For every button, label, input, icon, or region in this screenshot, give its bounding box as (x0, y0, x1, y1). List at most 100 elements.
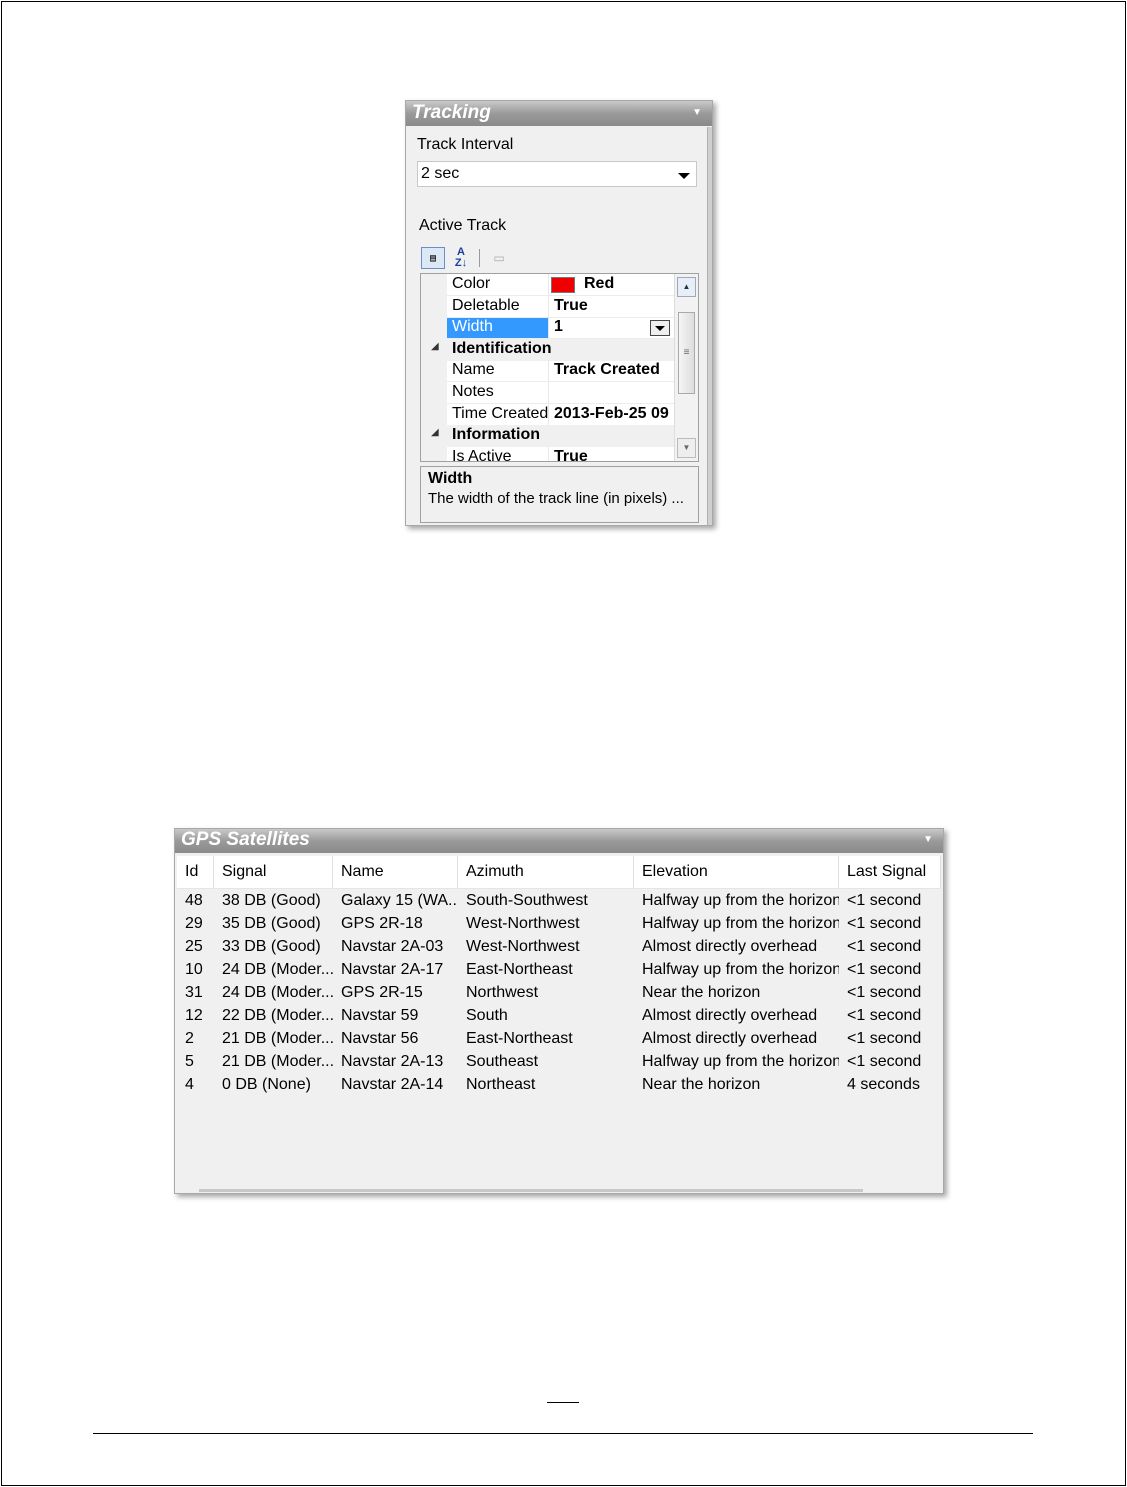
property-name: Width (447, 318, 549, 339)
property-row[interactable]: Notes (421, 382, 674, 404)
property-name: Color (452, 275, 491, 292)
table-cell: GPS 2R-18 (341, 915, 423, 932)
table-cell: <1 second (847, 961, 922, 978)
table-cell: Navstar 2A-13 (341, 1053, 444, 1070)
vertical-scrollbar[interactable]: ▲ ≡ ▼ (674, 274, 698, 461)
property-row[interactable]: Name Track Created (421, 360, 674, 383)
panel-menu-icon[interactable]: ▼ (692, 101, 702, 125)
table-cell: 29 (185, 915, 203, 932)
collapse-triangle-icon[interactable]: ◢ (431, 427, 439, 438)
table-row[interactable]: 31 24 DB (Moder... GPS 2R-15 Northwest Near … (177, 981, 941, 1004)
table-row[interactable]: 25 33 DB (Good) Navstar 2A-03 West-Northwes… (177, 935, 941, 958)
table-cell: <1 second (847, 938, 922, 955)
table-cell: Navstar 2A-17 (341, 961, 444, 978)
collapse-triangle-icon[interactable]: ◢ (431, 341, 439, 352)
table-cell: East-Northeast (466, 961, 573, 978)
table-cell: 33 DB (Good) (222, 938, 321, 955)
category-label: Identification (452, 339, 552, 357)
table-cell: 48 (185, 892, 203, 909)
column-header[interactable]: Last Signal (839, 856, 941, 888)
table-cell: <1 second (847, 1053, 922, 1070)
property-category[interactable]: ◢ Information (421, 425, 674, 448)
table-row[interactable]: 48 38 DB (Good) Galaxy 15 (WA... South-Sout… (177, 889, 941, 912)
gps-title-text: GPS Satellites (181, 829, 310, 850)
scrollbar-thumb[interactable]: ≡ (678, 312, 695, 394)
table-row[interactable]: 5 21 DB (Moder... Navstar 2A-13 Southeast Ha… (177, 1050, 941, 1073)
table-cell: <1 second (847, 984, 922, 1001)
property-row[interactable]: Width 1 (421, 317, 674, 340)
table-cell: 4 seconds (847, 1076, 920, 1093)
table-cell: Halfway up from the horizon (642, 915, 839, 932)
column-header[interactable]: Azimuth (458, 856, 634, 888)
chevron-down-icon[interactable] (678, 173, 690, 179)
gps-panel-title: GPS Satellites ▼ (175, 829, 943, 853)
column-divider (548, 317, 549, 340)
table-cell: 21 DB (Moder... (222, 1030, 333, 1047)
property-name: Name (452, 361, 495, 379)
table-cell: 4 (185, 1076, 194, 1093)
table-cell: West-Northwest (466, 915, 580, 932)
table-cell: Halfway up from the horizon (642, 1053, 839, 1070)
table-row[interactable]: 4 0 DB (None) Navstar 2A-14 Northeast Near t… (177, 1073, 941, 1096)
panel-menu-icon[interactable]: ▼ (923, 829, 933, 851)
property-row[interactable]: Time Created 2013-Feb-25 09 (421, 403, 674, 426)
table-cell: 0 DB (None) (222, 1076, 311, 1093)
page-number-underline (547, 1402, 579, 1403)
category-label: Information (452, 426, 540, 444)
property-value: 2013-Feb-25 09 (554, 404, 669, 422)
scroll-up-icon[interactable]: ▲ (677, 277, 696, 297)
panel-edge (707, 127, 712, 525)
tracking-title-text: Tracking (412, 102, 491, 123)
table-header: Id Signal Name Azimuth Elevation Last Signal (177, 856, 941, 889)
table-cell: <1 second (847, 1030, 922, 1047)
column-header[interactable]: Name (333, 856, 458, 888)
property-value: True (554, 296, 588, 314)
table-row[interactable]: 12 22 DB (Moder... Navstar 59 South Almost d… (177, 1004, 941, 1027)
column-header[interactable]: Signal (214, 856, 333, 888)
table-cell: 24 DB (Moder... (222, 961, 333, 978)
help-title: Width (428, 470, 473, 487)
column-header[interactable]: Elevation (634, 856, 839, 888)
property-row[interactable]: Deletable True (421, 295, 674, 318)
table-cell: <1 second (847, 892, 922, 909)
property-row[interactable]: Color Red (421, 274, 674, 296)
property-row[interactable]: Is Active True (421, 446, 674, 461)
table-cell: Halfway up from the horizon (642, 961, 839, 978)
column-header[interactable]: Id (177, 856, 214, 888)
property-grid: Color Red Deletable True Width 1 ◢ Identificati… (420, 273, 699, 462)
table-cell: Almost directly overhead (642, 1007, 818, 1024)
categorized-view-icon[interactable]: ▤ (421, 247, 445, 269)
table-cell: 10 (185, 961, 203, 978)
table-cell: Near the horizon (642, 1076, 761, 1093)
track-interval-label: Track Interval (417, 136, 514, 153)
dropdown-arrow-icon[interactable] (650, 320, 670, 337)
table-cell: Navstar 2A-14 (341, 1076, 444, 1093)
property-category[interactable]: ◢ Identification (421, 338, 674, 361)
table-cell: Galaxy 15 (WA... (341, 892, 458, 909)
table-cell: 38 DB (Good) (222, 892, 321, 909)
table-cell: <1 second (847, 1007, 922, 1024)
property-pages-icon[interactable]: ▭ (487, 247, 511, 269)
table-cell: South (466, 1007, 508, 1024)
column-divider (548, 382, 549, 404)
column-divider (548, 403, 549, 426)
table-row[interactable]: 2 21 DB (Moder... Navstar 56 East-Northeast… (177, 1027, 941, 1050)
column-divider (548, 274, 549, 296)
table-row[interactable]: 10 24 DB (Moder... Navstar 2A-17 East-North… (177, 958, 941, 981)
table-cell: 5 (185, 1053, 194, 1070)
property-name: Notes (452, 383, 494, 400)
table-cell: East-Northeast (466, 1030, 573, 1047)
alphabetical-sort-icon[interactable]: A Z↓ (449, 247, 473, 269)
property-value: Track Created (554, 361, 660, 379)
table-row[interactable]: 29 35 DB (Good) GPS 2R-18 West-Northwest Hal… (177, 912, 941, 935)
table-cell: Almost directly overhead (642, 938, 818, 955)
color-swatch (551, 277, 575, 293)
help-description: The width of the track line (in pixels) … (428, 490, 684, 507)
track-interval-value: 2 sec (421, 165, 460, 182)
table-cell: 22 DB (Moder... (222, 1007, 333, 1024)
table-cell: South-Southwest (466, 892, 588, 909)
track-interval-select[interactable]: 2 sec (417, 161, 697, 187)
horizontal-scrollbar[interactable] (199, 1189, 863, 1192)
tracking-panel: Tracking ▼ Track Interval 2 sec Active T… (405, 100, 713, 526)
scroll-down-icon[interactable]: ▼ (677, 438, 696, 458)
